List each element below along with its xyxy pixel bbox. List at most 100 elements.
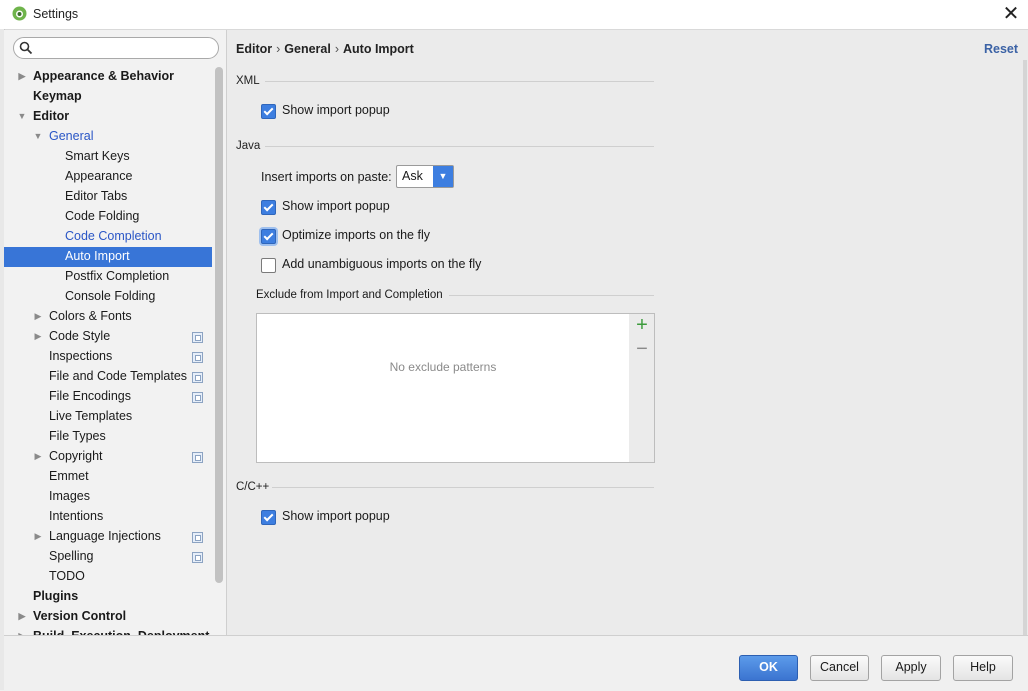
tree-item[interactable]: Intentions [4, 507, 212, 527]
ok-button[interactable]: OK [739, 655, 798, 681]
chevron-right-icon[interactable]: ▶ [32, 307, 44, 327]
window-title: Settings [33, 7, 79, 21]
exclude-section-title: Exclude from Import and Completion [256, 289, 443, 301]
tree-item[interactable]: Console Folding [4, 287, 212, 307]
tree-item-label: Plugins [33, 589, 79, 603]
checkbox-label: Add unambiguous imports on the fly [282, 257, 482, 271]
tree-item-label: Postfix Completion [65, 269, 170, 283]
add-icon[interactable]: + [634, 315, 650, 335]
project-scope-icon [192, 372, 203, 383]
checkbox-box[interactable] [261, 229, 276, 244]
tree-item-label: Code Completion [65, 229, 162, 243]
tree-item-label: File Encodings [49, 389, 131, 403]
insert-imports-on-paste-select[interactable]: Ask ▼ [396, 165, 454, 188]
tree-item-label: Copyright [49, 449, 103, 463]
tree-item[interactable]: TODO [4, 567, 212, 587]
chevron-right-icon[interactable]: ▶ [32, 327, 44, 347]
tree-item[interactable]: Code Completion [4, 227, 212, 247]
project-scope-icon [192, 532, 203, 543]
chevron-right-icon[interactable]: ▶ [16, 67, 28, 87]
tree-item[interactable]: ▶ Code Style [4, 327, 212, 347]
tree-item[interactable]: ▼ Editor [4, 107, 212, 127]
tree-item-label: Code Style [49, 329, 111, 343]
tree-item[interactable]: ▶ Version Control [4, 607, 212, 627]
tree-item-label: Intentions [49, 509, 104, 523]
chevron-down-icon[interactable]: ▼ [16, 107, 28, 127]
settings-sidebar: ▶ Appearance & Behavior Keymap ▼ Editor ▼ Gene… [4, 30, 227, 635]
tree-item[interactable]: ▶ Colors & Fonts [4, 307, 212, 327]
section-divider [449, 295, 654, 296]
exclude-list-toolbar: + − [629, 313, 655, 463]
help-button[interactable]: Help [953, 655, 1013, 681]
checkbox-box[interactable] [261, 510, 276, 525]
section-divider [272, 487, 654, 488]
tree-item[interactable]: File Encodings [4, 387, 212, 407]
tree-item[interactable]: Postfix Completion [4, 267, 212, 287]
project-scope-icon [192, 332, 203, 343]
chevron-down-icon: ▼ [433, 166, 453, 187]
tree-item[interactable]: ▶ Build, Execution, Deployment [4, 627, 212, 635]
chevron-right-icon[interactable]: ▶ [32, 527, 44, 547]
android-studio-icon [12, 6, 27, 21]
cancel-button[interactable]: Cancel [810, 655, 869, 681]
tree-item[interactable]: Code Folding [4, 207, 212, 227]
tree-item[interactable]: Live Templates [4, 407, 212, 427]
tree-item[interactable]: Keymap [4, 87, 212, 107]
tree-item-label: Live Templates [49, 409, 133, 423]
search-input[interactable] [13, 37, 219, 59]
tree-item[interactable]: Inspections [4, 347, 212, 367]
tree-item[interactable]: Spelling [4, 547, 212, 567]
tree-item[interactable]: Editor Tabs [4, 187, 212, 207]
reset-link[interactable]: Reset [984, 42, 1018, 56]
breadcrumb-item: Editor [236, 42, 273, 56]
tree-item[interactable]: File and Code Templates [4, 367, 212, 387]
breadcrumb-item: General [284, 42, 331, 56]
chevron-down-icon[interactable]: ▼ [32, 127, 44, 147]
search-icon [19, 41, 33, 55]
dialog-button-bar: OK Cancel Apply Help [4, 635, 1028, 691]
remove-icon[interactable]: − [634, 339, 650, 359]
checkbox-box[interactable] [261, 200, 276, 215]
tree-item-label: Version Control [33, 609, 127, 623]
tree-item[interactable]: ▶ Copyright [4, 447, 212, 467]
tree-item[interactable]: Plugins [4, 587, 212, 607]
project-scope-icon [192, 452, 203, 463]
title-bar: Settings ✕ [0, 0, 1028, 30]
tree-item-label: Language Injections [49, 529, 161, 543]
xml-section-title: XML [236, 75, 260, 87]
tree-item[interactable]: ▼ General [4, 127, 212, 147]
chevron-right-icon[interactable]: ▶ [16, 607, 28, 627]
tree-item[interactable]: Images [4, 487, 212, 507]
checkbox-box[interactable] [261, 258, 276, 273]
tree-item-label: Editor Tabs [65, 189, 128, 203]
tree-item[interactable]: Auto Import [4, 247, 212, 267]
tree-item-label: Code Folding [65, 209, 140, 223]
tree-item-label: Spelling [49, 549, 94, 563]
tree-item-label: File and Code Templates [49, 369, 188, 383]
tree-item[interactable]: ▶ Appearance & Behavior [4, 67, 212, 87]
content-panel: Editor › General › Auto Import Reset XML Sho… [227, 30, 1028, 635]
tree-item[interactable]: Emmet [4, 467, 212, 487]
apply-button[interactable]: Apply [881, 655, 941, 681]
checkbox-label: Show import popup [282, 509, 390, 523]
chevron-right-icon[interactable]: ▶ [16, 627, 28, 635]
tree-item-label: Auto Import [65, 249, 130, 263]
content-scrollbar[interactable] [1023, 60, 1027, 635]
close-icon[interactable]: ✕ [996, 2, 1026, 26]
exclude-patterns-list[interactable]: No exclude patterns [256, 313, 630, 463]
checkbox-box[interactable] [261, 104, 276, 119]
breadcrumb-separator: › [334, 42, 340, 56]
chevron-right-icon[interactable]: ▶ [32, 447, 44, 467]
tree-item[interactable]: ▶ Language Injections [4, 527, 212, 547]
tree-item[interactable]: File Types [4, 427, 212, 447]
cpp-section-title: C/C++ [236, 481, 270, 493]
tree-item-label: TODO [49, 569, 85, 583]
insert-imports-on-paste-label: Insert imports on paste: [261, 170, 392, 184]
tree-item[interactable]: Appearance [4, 167, 212, 187]
sidebar-scrollbar[interactable] [215, 67, 223, 583]
tree-item-label: Images [49, 489, 90, 503]
select-value: Ask [402, 169, 423, 183]
tree-item-label: Colors & Fonts [49, 309, 132, 323]
tree-item-label: Inspections [49, 349, 113, 363]
tree-item[interactable]: Smart Keys [4, 147, 212, 167]
